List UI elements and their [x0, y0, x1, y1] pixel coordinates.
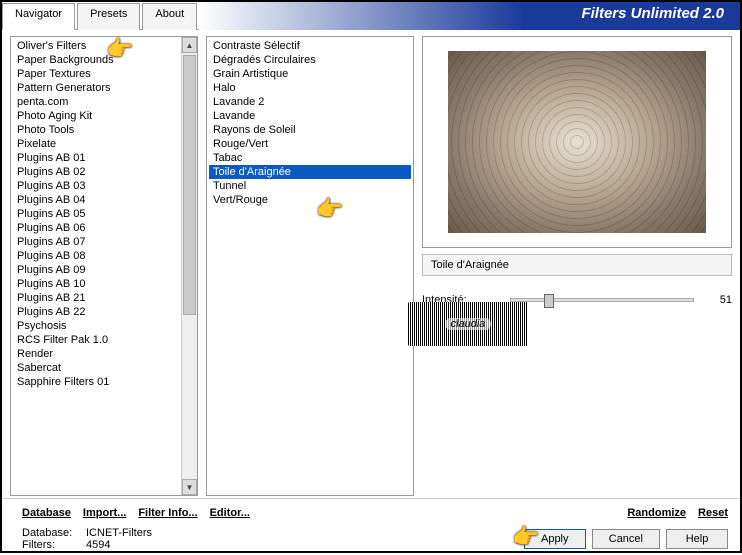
list-item[interactable]: Dégradés Circulaires — [209, 53, 411, 67]
list-item[interactable]: Plugins AB 04 — [13, 193, 179, 207]
list-item[interactable]: Photo Tools — [13, 123, 179, 137]
app-title: Filters Unlimited 2.0 — [199, 2, 740, 30]
list-item[interactable]: Lavande — [209, 109, 411, 123]
list-item[interactable]: Toile d'Araignée — [209, 165, 411, 179]
list-item[interactable]: Plugins AB 09 — [13, 263, 179, 277]
list-item[interactable]: Plugins AB 05 — [13, 207, 179, 221]
list-item[interactable]: Render — [13, 347, 179, 361]
filter-info-button[interactable]: Filter Info... — [138, 507, 197, 519]
list-item[interactable]: Psychosis — [13, 319, 179, 333]
list-item[interactable]: Plugins AB 07 — [13, 235, 179, 249]
reset-button[interactable]: Reset — [698, 507, 728, 519]
cancel-button[interactable]: Cancel — [592, 529, 660, 549]
list-item[interactable]: Plugins AB 10 — [13, 277, 179, 291]
editor-button[interactable]: Editor... — [210, 507, 250, 519]
list-item[interactable]: Plugins AB 21 — [13, 291, 179, 305]
category-scrollbar[interactable]: ▲ ▼ — [181, 37, 197, 495]
param-value: 51 — [702, 294, 732, 306]
list-item[interactable]: Tabac — [209, 151, 411, 165]
list-item[interactable]: Plugins AB 02 — [13, 165, 179, 179]
scroll-up-icon[interactable]: ▲ — [182, 37, 197, 53]
list-item[interactable]: Halo — [209, 81, 411, 95]
apply-button[interactable]: Apply — [524, 529, 586, 549]
tab-about[interactable]: About — [142, 3, 197, 30]
list-item[interactable]: Oliver's Filters — [13, 39, 179, 53]
category-list-panel: Oliver's FiltersPaper BackgroundsPaper T… — [10, 36, 198, 496]
slider-thumb[interactable] — [544, 294, 554, 308]
list-item[interactable]: Pattern Generators — [13, 81, 179, 95]
list-item[interactable]: Plugins AB 01 — [13, 151, 179, 165]
scroll-thumb[interactable] — [183, 55, 196, 315]
list-item[interactable]: Paper Backgrounds — [13, 53, 179, 67]
status-bar: Database:ICNET-Filters Filters:4594 — [22, 527, 518, 551]
scroll-down-icon[interactable]: ▼ — [182, 479, 197, 495]
preview-image — [448, 51, 706, 233]
tab-navigator[interactable]: Navigator — [2, 3, 75, 30]
intensity-slider[interactable] — [510, 298, 694, 302]
list-item[interactable]: RCS Filter Pak 1.0 — [13, 333, 179, 347]
list-item[interactable]: penta.com — [13, 95, 179, 109]
list-item[interactable]: Tunnel — [209, 179, 411, 193]
filter-list-panel: Contraste SélectifDégradés CirculairesGr… — [206, 36, 414, 496]
list-item[interactable]: Pixelate — [13, 137, 179, 151]
filter-name-field: Toile d'Araignée — [422, 254, 732, 276]
list-item[interactable]: Plugins AB 03 — [13, 179, 179, 193]
randomize-button[interactable]: Randomize — [627, 507, 686, 519]
list-item[interactable]: Lavande 2 — [209, 95, 411, 109]
category-list[interactable]: Oliver's FiltersPaper BackgroundsPaper T… — [11, 37, 181, 495]
list-item[interactable]: Plugins AB 22 — [13, 305, 179, 319]
list-item[interactable]: Vert/Rouge — [209, 193, 411, 207]
list-item[interactable]: Paper Textures — [13, 67, 179, 81]
list-item[interactable]: Contraste Sélectif — [209, 39, 411, 53]
list-item[interactable]: Sapphire Filters 01 — [13, 375, 179, 389]
import-button[interactable]: Import... — [83, 507, 126, 519]
list-item[interactable]: Rouge/Vert — [209, 137, 411, 151]
list-item[interactable]: Photo Aging Kit — [13, 109, 179, 123]
list-item[interactable]: Rayons de Soleil — [209, 123, 411, 137]
help-button[interactable]: Help — [666, 529, 728, 549]
tab-presets[interactable]: Presets — [77, 3, 140, 30]
preview-box — [422, 36, 732, 248]
database-button[interactable]: Database — [22, 507, 71, 519]
list-item[interactable]: Plugins AB 08 — [13, 249, 179, 263]
filter-list[interactable]: Contraste SélectifDégradés CirculairesGr… — [207, 37, 413, 495]
watermark: claudia — [408, 302, 528, 346]
list-item[interactable]: Grain Artistique — [209, 67, 411, 81]
list-item[interactable]: Sabercat — [13, 361, 179, 375]
list-item[interactable]: Plugins AB 06 — [13, 221, 179, 235]
